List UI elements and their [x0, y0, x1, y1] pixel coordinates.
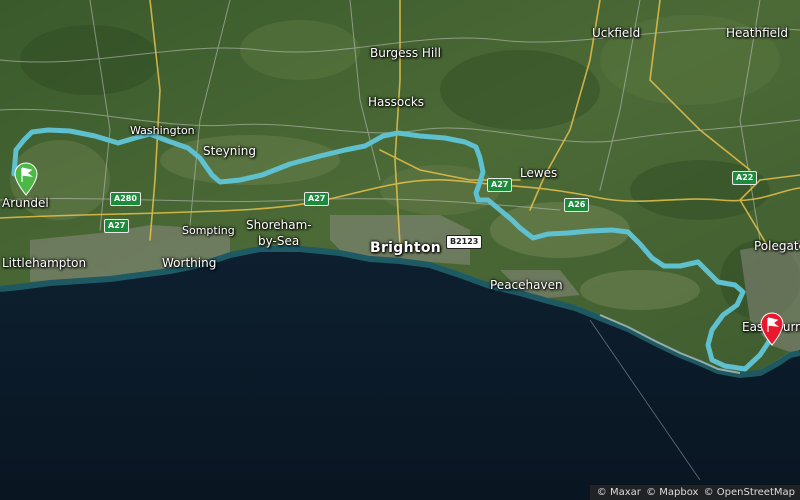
place-label-shoreham: Shoreham-: [246, 218, 312, 232]
attribution-maxar[interactable]: © Maxar: [597, 487, 641, 498]
place-label-burgess-hill: Burgess Hill: [370, 46, 441, 60]
place-label-polegate: Polegate: [754, 239, 800, 253]
road-shield-b2123: B2123: [446, 235, 483, 249]
place-label-lewes: Lewes: [520, 166, 558, 180]
road-shield-a27-mid: A27: [304, 192, 330, 206]
place-label-worthing: Worthing: [162, 256, 217, 270]
map-attribution: © Maxar © Mapbox © OpenStreetMap: [589, 485, 800, 500]
road-shield-a27-west: A27: [104, 219, 130, 233]
road-shield-a22: A22: [732, 171, 758, 185]
place-label-heathfield: Heathfield: [726, 26, 788, 40]
road-shield-a26: A26: [564, 198, 590, 212]
attribution-openstreetmap[interactable]: © OpenStreetMap: [704, 487, 795, 498]
place-label-brighton: Brighton: [370, 240, 442, 256]
road-shield-a280: A280: [110, 192, 141, 206]
place-label-hassocks: Hassocks: [368, 95, 425, 109]
place-label-littlehampton: Littlehampton: [2, 256, 87, 270]
satellite-map[interactable]: Uckfield Heathfield Burgess Hill Hassock…: [0, 0, 800, 500]
place-label-sompting: Sompting: [182, 224, 235, 237]
place-label-peacehaven: Peacehaven: [490, 278, 563, 292]
place-label-by-sea: by-Sea: [258, 234, 300, 248]
attribution-mapbox[interactable]: © Mapbox: [646, 487, 698, 498]
road-shield-a27-lewes: A27: [487, 178, 513, 192]
start-flag-icon[interactable]: [14, 162, 38, 196]
place-label-arundel: Arundel: [2, 196, 49, 210]
place-label-washington: Washington: [130, 124, 195, 137]
place-label-uckfield: Uckfield: [592, 26, 641, 40]
place-label-steyning: Steyning: [203, 144, 256, 158]
end-flag-icon[interactable]: [760, 312, 784, 346]
